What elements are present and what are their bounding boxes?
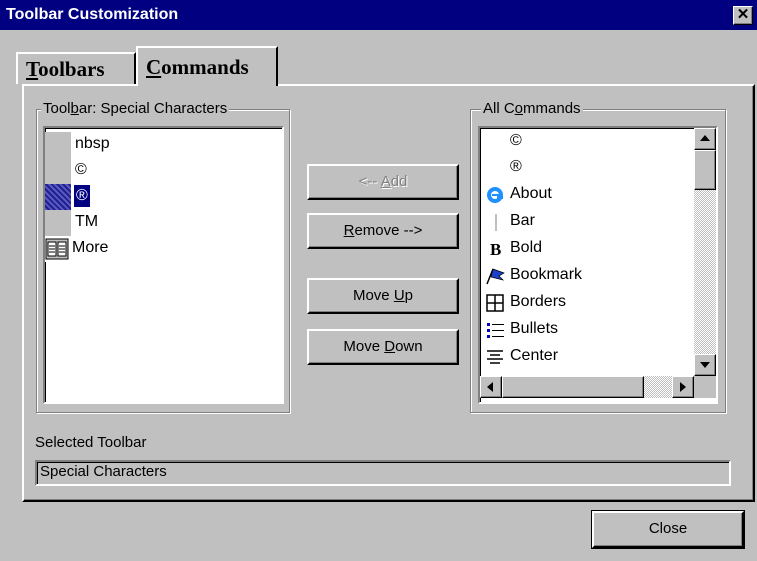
- list-item[interactable]: Borders: [480, 290, 690, 317]
- scroll-left-button[interactable]: [480, 376, 502, 398]
- list-item-label: Bold: [510, 239, 543, 256]
- toolbar-group-label: Toolbar: Special Characters: [41, 100, 230, 117]
- ie-logo-icon: [487, 187, 503, 203]
- tab-toolbars-label: oolbars: [38, 57, 105, 81]
- list-item-label: About: [510, 185, 552, 202]
- tab-commands[interactable]: Commands: [136, 46, 278, 86]
- title-bar: Toolbar Customization ✕: [0, 0, 757, 30]
- toolbar-items-list[interactable]: nbsp © ® TM More: [43, 126, 284, 404]
- tab-toolbars[interactable]: Toolbars: [16, 52, 136, 84]
- arrow-down-icon: [700, 362, 710, 368]
- bold-icon: B: [490, 240, 501, 259]
- list-item-label: ®: [510, 158, 522, 175]
- window-title: Toolbar Customization: [6, 6, 179, 23]
- add-button[interactable]: <-- Add: [307, 164, 459, 200]
- more-panel-icon: [45, 238, 69, 260]
- list-item-label: ©: [75, 161, 87, 178]
- list-item[interactable]: B Bold: [480, 236, 690, 263]
- scroll-corner: [694, 376, 716, 398]
- list-item-label: nbsp: [75, 135, 110, 152]
- list-item[interactable]: Bookmark: [480, 263, 690, 290]
- list-item[interactable]: ®: [480, 155, 690, 182]
- list-item-label: ©: [510, 132, 522, 149]
- item-gutter: [45, 132, 71, 158]
- item-gutter: [45, 158, 71, 184]
- list-item[interactable]: About: [480, 182, 690, 209]
- horizontal-scroll-thumb[interactable]: [502, 376, 644, 398]
- svg-text:B: B: [490, 240, 501, 259]
- tab-commands-mnemonic: C: [146, 55, 162, 79]
- list-item[interactable]: ©: [480, 129, 690, 156]
- list-item-label: Bar: [510, 212, 535, 229]
- scroll-down-button[interactable]: [694, 354, 716, 376]
- close-button[interactable]: Close: [592, 511, 744, 548]
- item-gutter: [45, 210, 71, 236]
- scroll-up-button[interactable]: [694, 128, 716, 150]
- list-item-label: TM: [75, 213, 99, 230]
- selected-toolbar-field[interactable]: Special Characters: [35, 460, 731, 486]
- tab-toolbars-mnemonic: T: [26, 57, 39, 81]
- commands-group-label: All Commands: [481, 100, 583, 117]
- tab-commands-label: ommands: [161, 55, 249, 79]
- move-up-button[interactable]: Move Up: [307, 278, 459, 314]
- list-item-label: Bookmark: [510, 266, 583, 283]
- item-gutter: [45, 236, 71, 262]
- bar-icon: [495, 214, 497, 231]
- list-item-label: More: [72, 239, 109, 256]
- bookmark-flag-icon: [486, 268, 505, 285]
- list-item-label: ®: [74, 185, 90, 207]
- commands-viewport: © ® About Bar B Bold Bookmark Borders Bu…: [480, 128, 692, 376]
- list-item[interactable]: Bullets: [480, 317, 690, 344]
- vertical-scroll-thumb[interactable]: [694, 150, 716, 190]
- list-item[interactable]: Center: [480, 344, 690, 371]
- arrow-left-icon: [487, 382, 493, 392]
- list-item-label: Bullets: [510, 320, 559, 337]
- remove-button[interactable]: Remove -->: [307, 213, 459, 249]
- move-down-button[interactable]: Move Down: [307, 329, 459, 365]
- close-window-button[interactable]: ✕: [733, 6, 753, 25]
- list-item-label: Borders: [510, 293, 567, 310]
- bullets-list-icon: [487, 323, 504, 338]
- scroll-right-button[interactable]: [672, 376, 694, 398]
- item-gutter: [45, 184, 71, 210]
- borders-grid-icon: [486, 294, 504, 312]
- arrow-up-icon: [700, 135, 710, 141]
- list-item-label: Center: [510, 347, 559, 364]
- arrow-right-icon: [680, 382, 686, 392]
- center-align-icon: [487, 350, 503, 364]
- list-item[interactable]: Bar: [480, 209, 690, 236]
- selected-toolbar-label: Selected Toolbar: [35, 434, 147, 451]
- all-commands-list[interactable]: © ® About Bar B Bold Bookmark Borders Bu…: [478, 126, 718, 404]
